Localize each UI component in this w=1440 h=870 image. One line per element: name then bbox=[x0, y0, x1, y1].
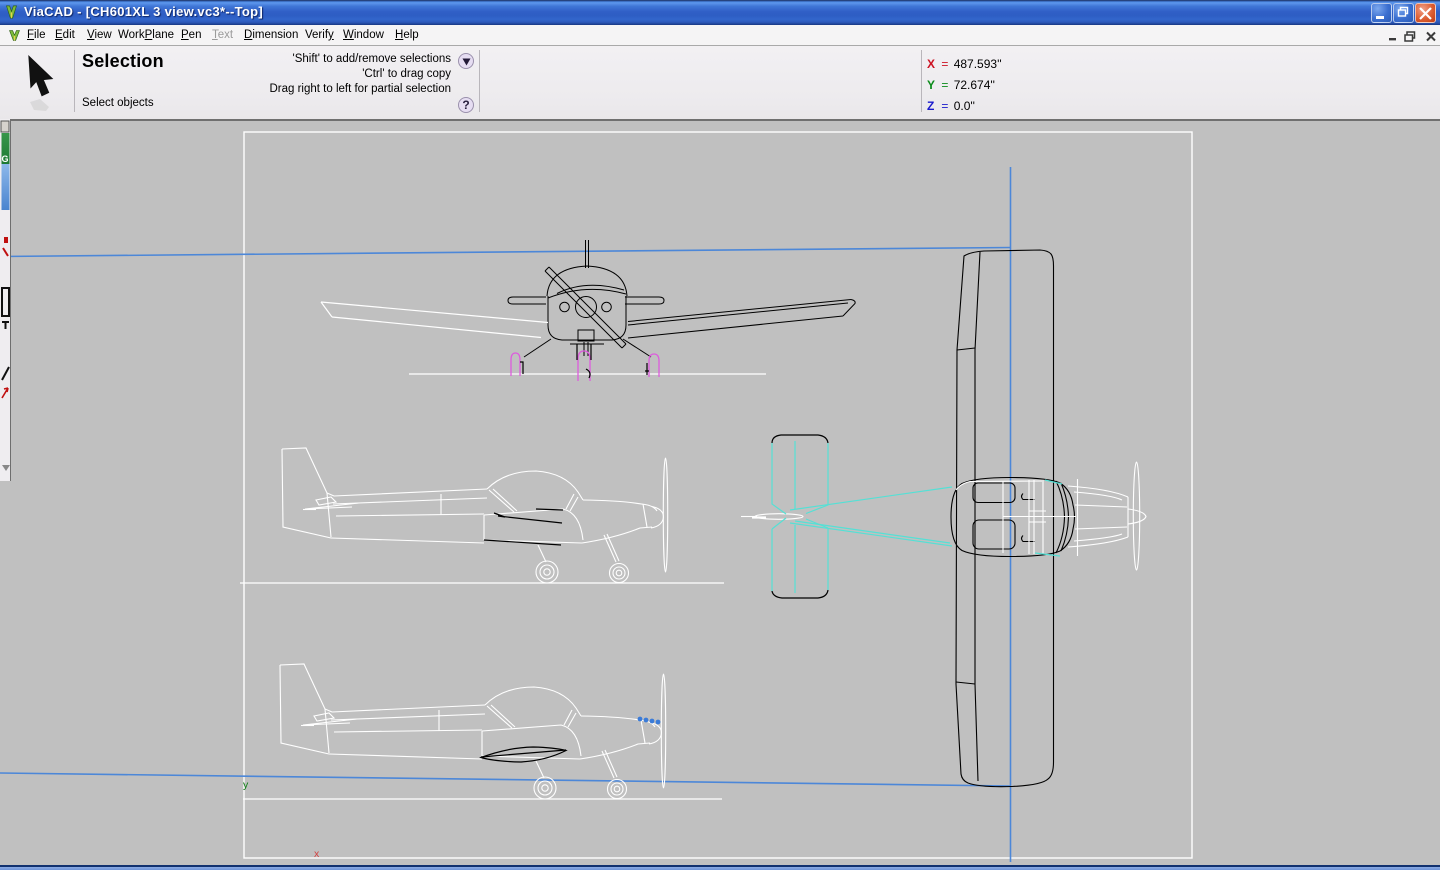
svg-text:x: x bbox=[314, 848, 320, 860]
svg-text:y: y bbox=[243, 779, 249, 791]
svg-text:G: G bbox=[2, 154, 9, 164]
